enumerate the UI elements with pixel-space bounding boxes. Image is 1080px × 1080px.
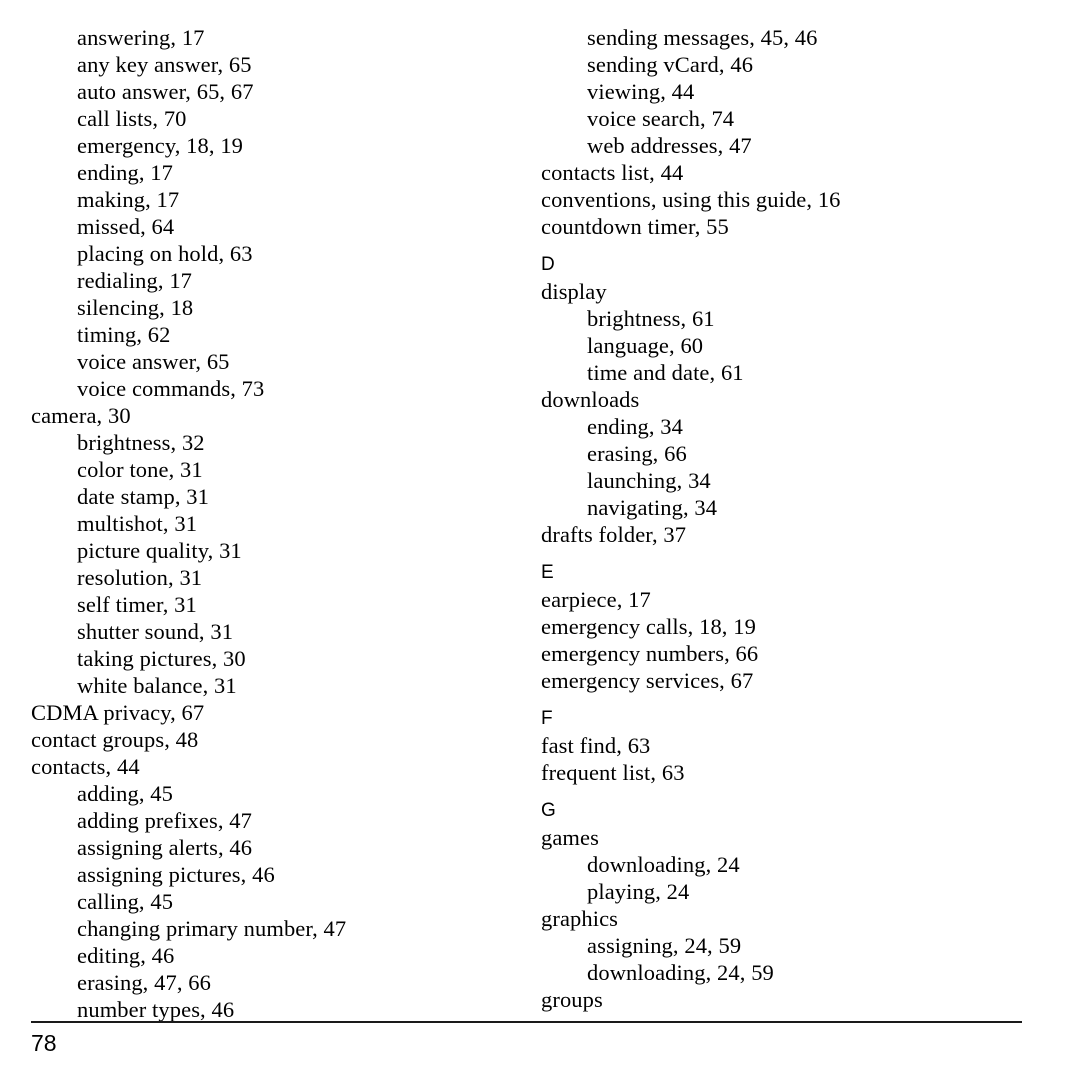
index-subentry: editing, 46	[77, 943, 175, 968]
index-subentry: silencing, 18	[77, 295, 194, 320]
index-page: answering, 17 any key answer, 65 auto answ…	[0, 0, 1080, 1080]
index-subentry: language, 60	[587, 333, 704, 358]
index-subentry: viewing, 44	[587, 79, 695, 104]
index-subentry: voice commands, 73	[77, 376, 265, 401]
index-entry: earpiece, 17	[541, 587, 651, 612]
index-subentry: color tone, 31	[77, 457, 203, 482]
index-subentry: picture quality, 31	[77, 538, 242, 563]
index-subentry: adding prefixes, 47	[77, 808, 252, 833]
index-subentry: brightness, 61	[587, 306, 715, 331]
index-subentry: shutter sound, 31	[77, 619, 234, 644]
index-subentry: brightness, 32	[77, 430, 205, 455]
index-entry: countdown timer, 55	[541, 214, 729, 239]
index-subentry: assigning alerts, 46	[77, 835, 253, 860]
index-subentry: erasing, 47, 66	[77, 970, 211, 995]
index-subentry: voice search, 74	[587, 106, 735, 131]
index-column-right: sending messages, 45, 46 sending vCard, 4…	[541, 24, 1041, 1013]
index-section-letter: E	[541, 562, 554, 583]
index-subentry: redialing, 17	[77, 268, 193, 293]
index-subentry: date stamp, 31	[77, 484, 209, 509]
index-section-letter: F	[541, 708, 553, 729]
index-subentry: ending, 34	[587, 414, 683, 439]
index-column-left: answering, 17 any key answer, 65 auto answ…	[31, 24, 531, 1023]
index-subentry: downloading, 24, 59	[587, 960, 774, 985]
index-subentry: taking pictures, 30	[77, 646, 246, 671]
index-subentry: timing, 62	[77, 322, 171, 347]
index-subentry: erasing, 66	[587, 441, 687, 466]
index-subentry: any key answer, 65	[77, 52, 252, 77]
index-subentry: adding, 45	[77, 781, 173, 806]
index-entry: emergency services, 67	[541, 668, 754, 693]
index-subentry: call lists, 70	[77, 106, 187, 131]
index-subentry: web addresses, 47	[587, 133, 752, 158]
index-subentry: number types, 46	[77, 997, 235, 1022]
index-entry: display	[541, 279, 607, 304]
index-entry: CDMA privacy, 67	[31, 700, 205, 725]
index-entry: emergency calls, 18, 19	[541, 614, 756, 639]
index-entry: fast find, 63	[541, 733, 651, 758]
index-subentry: time and date, 61	[587, 360, 744, 385]
index-columns: answering, 17 any key answer, 65 auto answ…	[0, 24, 1080, 1022]
index-subentry: answering, 17	[77, 25, 205, 50]
index-entry: drafts folder, 37	[541, 522, 687, 547]
index-entry: contact groups, 48	[31, 727, 199, 752]
index-entry: contacts, 44	[31, 754, 140, 779]
index-subentry: emergency, 18, 19	[77, 133, 244, 158]
index-subentry: missed, 64	[77, 214, 175, 239]
index-subentry: auto answer, 65, 67	[77, 79, 254, 104]
index-section-letter: D	[541, 254, 555, 275]
index-entry: frequent list, 63	[541, 760, 685, 785]
index-subentry: calling, 45	[77, 889, 174, 914]
index-entry: downloads	[541, 387, 640, 412]
index-subentry: launching, 34	[587, 468, 711, 493]
index-entry: camera, 30	[31, 403, 131, 428]
index-subentry: assigning, 24, 59	[587, 933, 742, 958]
index-entry: contacts list, 44	[541, 160, 684, 185]
index-subentry: ending, 17	[77, 160, 173, 185]
page-number: 78	[31, 1030, 57, 1056]
index-subentry: playing, 24	[587, 879, 690, 904]
footer-rule	[31, 1021, 1022, 1023]
index-subentry: assigning pictures, 46	[77, 862, 275, 887]
index-entry: conventions, using this guide, 16	[541, 187, 841, 212]
index-subentry: changing primary number, 47	[77, 916, 347, 941]
index-entry: graphics	[541, 906, 619, 931]
index-subentry: self timer, 31	[77, 592, 197, 617]
index-subentry: resolution, 31	[77, 565, 203, 590]
index-subentry: multishot, 31	[77, 511, 198, 536]
index-entry: emergency numbers, 66	[541, 641, 759, 666]
index-section-letter: G	[541, 800, 556, 821]
index-entry: groups	[541, 987, 603, 1012]
index-subentry: navigating, 34	[587, 495, 718, 520]
index-entry: games	[541, 825, 599, 850]
index-subentry: sending messages, 45, 46	[587, 25, 818, 50]
index-subentry: white balance, 31	[77, 673, 237, 698]
index-subentry: sending vCard, 46	[587, 52, 754, 77]
index-subentry: voice answer, 65	[77, 349, 230, 374]
index-subentry: downloading, 24	[587, 852, 740, 877]
index-subentry: making, 17	[77, 187, 180, 212]
index-subentry: placing on hold, 63	[77, 241, 253, 266]
